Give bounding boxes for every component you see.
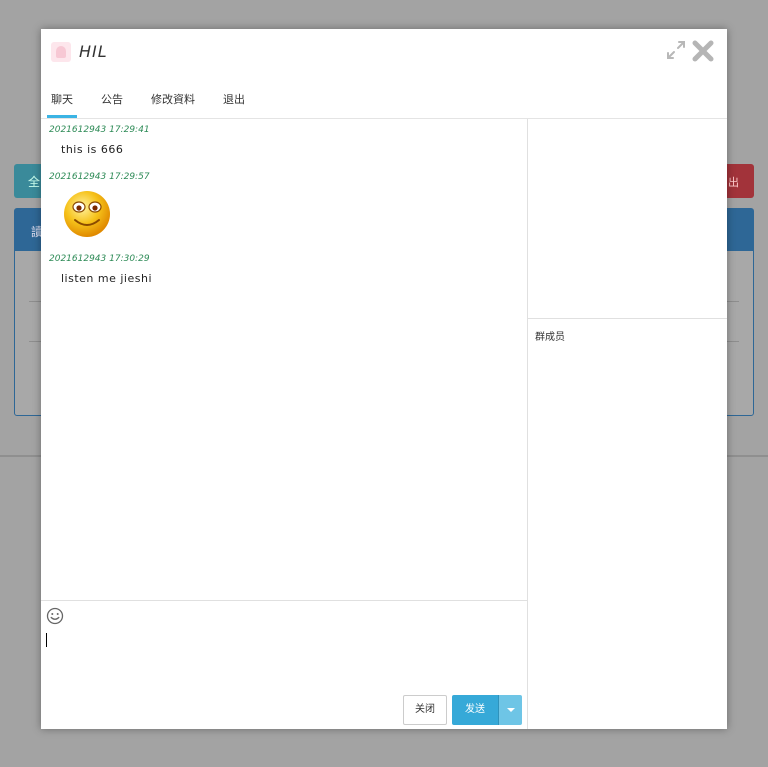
send-options-dropdown[interactable] (498, 695, 522, 725)
tab-announcement[interactable]: 公告 (101, 87, 123, 118)
message-timestamp: 2021612943 17:29:57 (49, 172, 150, 182)
close-icon[interactable] (690, 38, 716, 64)
message-timestamp: 2021612943 17:30:29 (49, 254, 150, 264)
message-item: 2021612943 17:29:57 (49, 172, 150, 242)
tab-edit-profile[interactable]: 修改資料 (151, 87, 195, 118)
message-item: 2021612943 17:29:41 this is 666 (49, 125, 150, 156)
announcement-panel (528, 119, 727, 319)
window-header: HIL 聊天 公告 修改資料 退出 (41, 29, 727, 119)
message-text: listen me jieshi (61, 272, 153, 285)
tab-bar: 聊天 公告 修改資料 退出 (47, 87, 273, 118)
members-label: 群成员 (535, 332, 565, 343)
maximize-icon[interactable] (665, 39, 687, 61)
message-item: 2021612943 17:30:29 listen me jieshi (49, 254, 152, 285)
close-button[interactable]: 关闭 (403, 695, 447, 725)
send-button[interactable]: 发送 (452, 695, 498, 725)
avatar (51, 42, 71, 62)
chat-window: HIL 聊天 公告 修改資料 退出 2021612943 17:29:41 th… (41, 29, 727, 729)
message-list[interactable]: 2021612943 17:29:41 this is 666 20216129… (41, 119, 528, 601)
text-caret (46, 633, 47, 647)
smiley-emoji-icon (64, 191, 110, 237)
tab-logout[interactable]: 退出 (223, 87, 245, 118)
message-text: this is 666 (61, 143, 124, 156)
emoji-picker-icon[interactable] (46, 607, 64, 625)
window-title: HIL (79, 42, 108, 61)
message-composer[interactable]: 关闭 发送 (41, 600, 528, 729)
message-timestamp: 2021612943 17:29:41 (49, 125, 150, 135)
members-panel: 群成员 (528, 319, 727, 729)
tab-chat[interactable]: 聊天 (47, 87, 77, 118)
